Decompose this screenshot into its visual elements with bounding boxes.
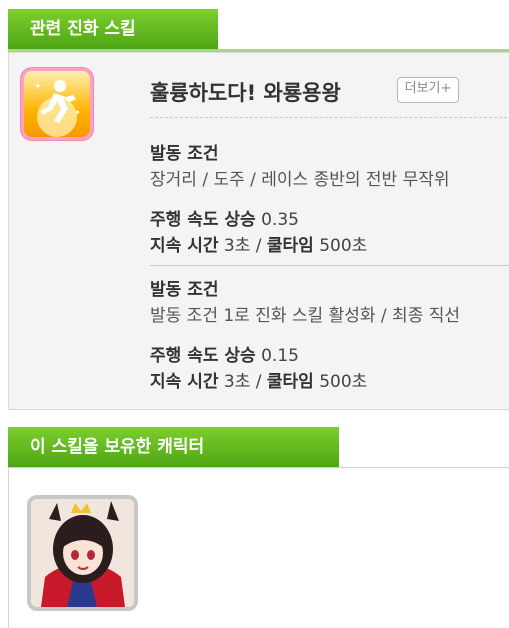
cooldown-value: 500초 xyxy=(319,236,368,256)
speed-label: 주행 속도 상승 xyxy=(150,346,256,366)
divider-dotted xyxy=(150,117,509,118)
condition-text-2: 발동 조건 1로 진화 스킬 활성화 / 최종 직선 xyxy=(150,306,461,326)
separator: / xyxy=(255,372,262,392)
condition-title-1: 발동 조건 xyxy=(150,144,219,164)
owner-characters-header: 이 스킬을 보유한 캐릭터 xyxy=(8,427,339,467)
condition-text-1: 장거리 / 도주 / 레이스 종반의 전반 무작위 xyxy=(150,170,450,190)
duration-label: 지속 시간 xyxy=(150,236,219,256)
skill-name: 훌륭하도다! 와룡용왕 xyxy=(150,81,341,105)
related-skill-header: 관련 진화 스킬 xyxy=(8,9,218,49)
speed-value: 0.35 xyxy=(261,210,299,230)
svg-text:✦: ✦ xyxy=(34,82,42,92)
svg-text:✦: ✦ xyxy=(74,108,81,117)
speed-row-2: 주행 속도 상승 0.15 xyxy=(150,341,299,366)
character-portrait[interactable] xyxy=(27,495,138,611)
speed-row-1: 주행 속도 상승 0.35 xyxy=(150,205,299,230)
duration-label: 지속 시간 xyxy=(150,372,219,392)
duration-value: 3초 xyxy=(223,236,251,256)
duration-row-2: 지속 시간 3초 / 쿨타임 500초 xyxy=(150,367,367,392)
cooldown-label: 쿨타임 xyxy=(266,236,314,256)
divider-solid xyxy=(150,265,509,266)
skill-card: ✦ ✦ 훌륭하도다! 와룡용왕 더보기+ 발동 조건 장거리 / 도주 / 레이… xyxy=(8,52,509,410)
speed-label: 주행 속도 상승 xyxy=(150,210,256,230)
cooldown-label: 쿨타임 xyxy=(266,372,314,392)
running-figure-icon: ✦ ✦ xyxy=(24,71,90,137)
duration-value: 3초 xyxy=(223,372,251,392)
cooldown-value: 500초 xyxy=(319,372,368,392)
duration-row-1: 지속 시간 3초 / 쿨타임 500초 xyxy=(150,231,367,256)
more-button[interactable]: 더보기+ xyxy=(397,77,459,103)
separator: / xyxy=(255,236,262,256)
speed-value: 0.15 xyxy=(261,346,299,366)
condition-title-2: 발동 조건 xyxy=(150,280,219,300)
